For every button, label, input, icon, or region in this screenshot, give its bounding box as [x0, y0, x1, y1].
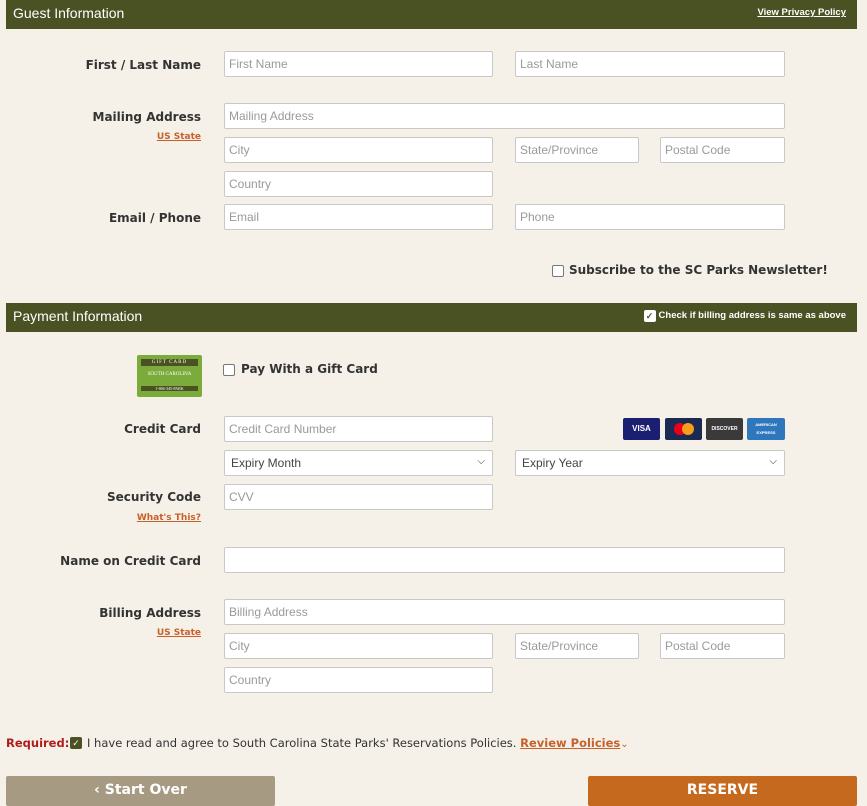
start-over-label: Start Over	[104, 782, 187, 798]
expiry-year-select[interactable]: Expiry Year ⌵	[515, 450, 785, 476]
newsletter-label: Subscribe to the SC Parks Newsletter!	[569, 263, 828, 277]
agree-text: I have read and agree to South Carolina …	[87, 736, 517, 750]
expiry-month-select[interactable]: Expiry Month ⌵	[224, 450, 493, 476]
gift-card-checkbox[interactable]	[223, 364, 235, 376]
chevron-down-icon: ⌄	[620, 739, 629, 750]
email-phone-label: Email / Phone	[108, 211, 201, 225]
name-on-card-label: Name on Credit Card	[60, 554, 201, 568]
agree-text-row: I have read and agree to South Carolina …	[87, 736, 629, 750]
billing-same-label: Check if billing address is same as abov…	[658, 310, 846, 321]
guest-information-title: Guest Information	[13, 5, 125, 21]
billing-address-label: Billing Address	[99, 606, 201, 620]
billing-same-toggle[interactable]: ✓ Check if billing address is same as abo…	[643, 310, 846, 322]
newsletter-checkbox[interactable]	[552, 265, 564, 277]
payment-information-header: Payment Information ✓ Check if billing ad…	[6, 303, 857, 332]
billing-postal-input[interactable]: Postal Code	[660, 633, 785, 659]
gift-card-top-text: GIFT CARD	[141, 359, 198, 366]
gift-card-image: GIFT CARD SOUTH CAROLINA 1-866-345-PARK	[137, 355, 202, 397]
discover-icon: DISCOVER	[706, 418, 743, 440]
city-input[interactable]: City	[224, 137, 493, 163]
email-input[interactable]: Email	[224, 204, 493, 230]
us-state-link[interactable]: US State	[5, 132, 201, 142]
first-name-input[interactable]: First Name	[224, 51, 493, 77]
mastercard-icon	[665, 418, 702, 440]
cvv-input[interactable]: CVV	[224, 484, 493, 510]
billing-state-input[interactable]: State/Province	[515, 633, 639, 659]
expiry-year-value: Expiry Year	[522, 456, 583, 470]
gift-card-bottom-text: 1-866-345-PARK	[141, 386, 198, 391]
required-label: Required:	[6, 736, 70, 750]
name-on-card-input[interactable]	[224, 547, 785, 573]
postal-code-input[interactable]: Postal Code	[660, 137, 785, 163]
chevron-down-icon: ⌵	[769, 456, 777, 467]
chevron-left-icon: ‹	[94, 782, 100, 798]
reserve-button[interactable]: RESERVE	[588, 776, 857, 806]
credit-card-label: Credit Card	[124, 422, 201, 436]
agree-checkbox[interactable]: ✓	[70, 737, 82, 749]
gift-card-mid-text: SOUTH CAROLINA	[147, 372, 192, 377]
security-code-label: Security Code	[107, 490, 201, 504]
billing-same-checkbox[interactable]: ✓	[643, 310, 656, 322]
mailing-address-input[interactable]: Mailing Address	[224, 103, 785, 129]
mailing-address-label: Mailing Address	[92, 110, 202, 124]
gift-card-label: Pay With a Gift Card	[241, 362, 378, 376]
credit-card-number-input[interactable]: Credit Card Number	[224, 416, 493, 442]
billing-country-input[interactable]: Country	[224, 667, 493, 693]
state-province-input[interactable]: State/Province	[515, 137, 639, 163]
phone-input[interactable]: Phone	[515, 204, 785, 230]
view-privacy-policy-link[interactable]: View Privacy Policy	[757, 7, 846, 18]
whats-this-link[interactable]: What's This?	[5, 513, 201, 523]
expiry-month-value: Expiry Month	[231, 456, 302, 470]
billing-us-state-link[interactable]: US State	[5, 628, 201, 638]
country-input[interactable]: Country	[224, 171, 493, 197]
guest-information-header: Guest Information View Privacy Policy	[6, 0, 857, 29]
last-name-input[interactable]: Last Name	[515, 51, 785, 77]
payment-information-title: Payment Information	[13, 308, 143, 324]
visa-icon: VISA	[623, 418, 660, 440]
review-policies-link[interactable]: Review Policies	[520, 736, 620, 750]
start-over-button[interactable]: ‹ Start Over	[6, 776, 275, 806]
billing-address-input[interactable]: Billing Address	[224, 599, 785, 625]
chevron-down-icon: ⌵	[477, 456, 485, 467]
amex-icon: AMERICAN EXPRESS	[747, 418, 785, 440]
billing-city-input[interactable]: City	[224, 633, 493, 659]
first-last-name-label: First / Last Name	[85, 58, 201, 72]
